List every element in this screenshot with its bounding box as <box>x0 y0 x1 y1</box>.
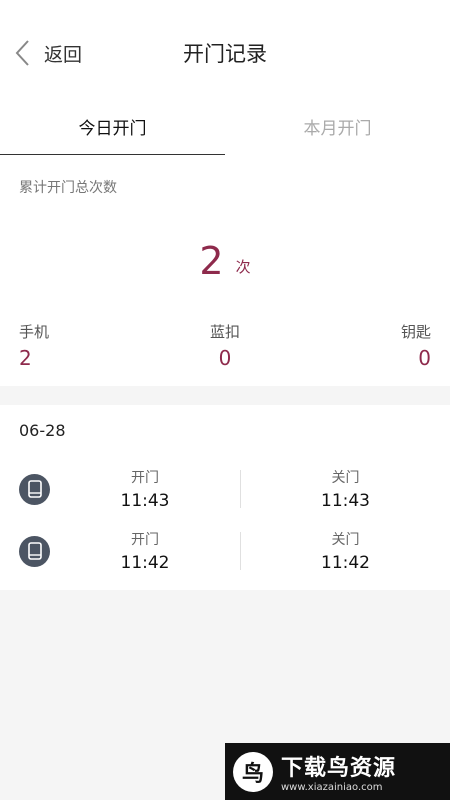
open-col: 开门 11:42 <box>50 529 240 573</box>
stat-label: 钥匙 <box>400 323 431 341</box>
stat-label: 蓝扣 <box>209 323 240 341</box>
stat-value: 0 <box>418 346 431 370</box>
close-label: 关门 <box>331 532 360 548</box>
phone-icon <box>19 535 50 567</box>
records-section: 06-28 开门 11:43 关门 11:43 开门 11:42 关门 11:4… <box>0 405 450 590</box>
watermark: 鸟 下载鸟资源 www.xiazainiao.com <box>225 743 450 800</box>
close-col: 关门 11:43 <box>241 467 450 511</box>
open-time: 11:43 <box>120 491 170 511</box>
open-col: 开门 11:43 <box>50 467 240 511</box>
stat-value: 2 <box>19 346 32 370</box>
stat-label: 手机 <box>19 323 50 341</box>
open-time: 11:42 <box>120 553 170 573</box>
stats-row: 手机 2 蓝扣 0 钥匙 0 <box>0 307 450 386</box>
record-row[interactable]: 开门 11:42 关门 11:42 <box>0 520 450 582</box>
close-col: 关门 11:42 <box>241 529 450 573</box>
watermark-text: 下载鸟资源 www.xiazainiao.com <box>281 750 396 793</box>
top-section: 返回 开门记录 今日开门 本月开门 累计开门总次数 2 次 手机 2 蓝扣 0 … <box>0 0 450 386</box>
record-date: 06-28 <box>19 421 66 440</box>
tab-today[interactable]: 今日开门 <box>0 105 225 155</box>
tab-month[interactable]: 本月开门 <box>225 105 450 155</box>
stat-key: 钥匙 0 <box>401 321 431 370</box>
total-label: 累计开门总次数 <box>19 180 117 196</box>
open-label: 开门 <box>131 532 159 548</box>
watermark-url: www.xiazainiao.com <box>281 782 383 793</box>
total-unit: 次 <box>235 257 251 276</box>
record-row[interactable]: 开门 11:43 关门 11:43 <box>0 458 450 520</box>
stat-bluekey: 蓝扣 0 <box>210 321 240 370</box>
header: 返回 开门记录 <box>0 0 450 105</box>
watermark-title: 下载鸟资源 <box>281 756 397 781</box>
section-gap <box>0 386 450 405</box>
stat-value: 0 <box>218 346 232 370</box>
logo-char: 鸟 <box>241 761 264 787</box>
tab-bar: 今日开门 本月开门 <box>0 105 450 155</box>
phone-icon <box>19 473 50 505</box>
open-label: 开门 <box>131 470 159 486</box>
close-time: 11:42 <box>321 553 370 573</box>
bird-logo-icon: 鸟 <box>233 751 273 792</box>
total-count: 2 次 <box>0 197 450 307</box>
page-title: 开门记录 <box>183 42 267 66</box>
close-time: 11:43 <box>321 491 370 511</box>
total-number: 2 <box>199 239 224 283</box>
stat-phone: 手机 2 <box>19 321 49 370</box>
close-label: 关门 <box>331 470 360 486</box>
